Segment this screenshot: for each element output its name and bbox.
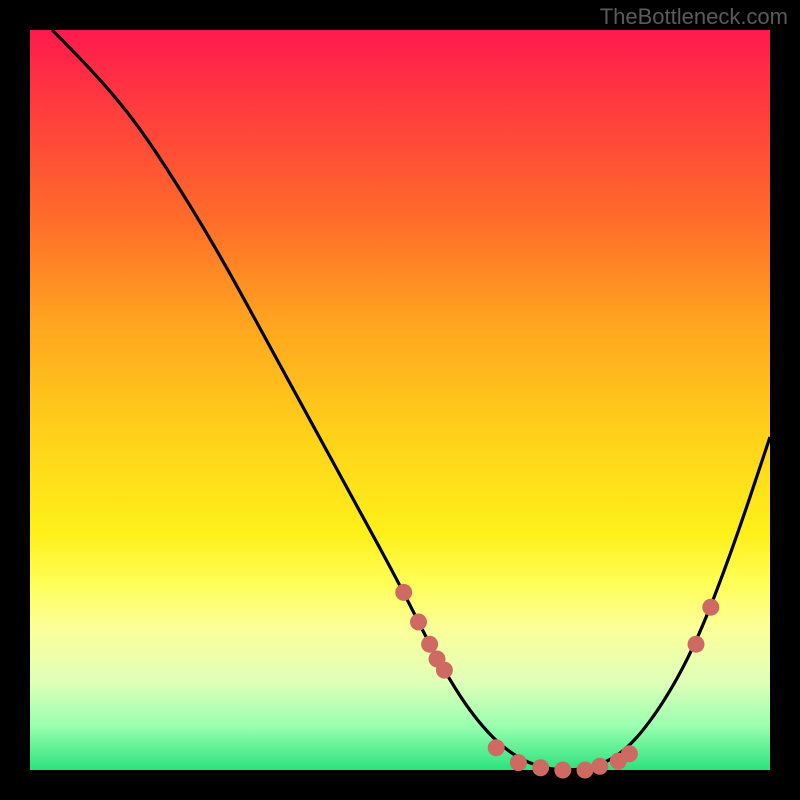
marker-dot: [621, 745, 638, 762]
watermark-text: TheBottleneck.com: [600, 4, 788, 30]
marker-dot: [421, 636, 438, 653]
marker-dot: [436, 662, 453, 679]
chart-plot-area: [30, 30, 770, 770]
marker-dot: [410, 614, 427, 631]
marker-dot: [702, 599, 719, 616]
chart-svg: [30, 30, 770, 770]
marker-dot: [554, 762, 571, 779]
marker-dot: [577, 762, 594, 779]
marker-dot: [510, 754, 527, 771]
marker-dot: [591, 758, 608, 775]
marker-dot: [532, 759, 549, 776]
marker-dot: [688, 636, 705, 653]
bottleneck-curve: [52, 30, 770, 770]
marker-dot: [395, 584, 412, 601]
marker-dot: [488, 739, 505, 756]
highlight-markers: [395, 584, 719, 779]
